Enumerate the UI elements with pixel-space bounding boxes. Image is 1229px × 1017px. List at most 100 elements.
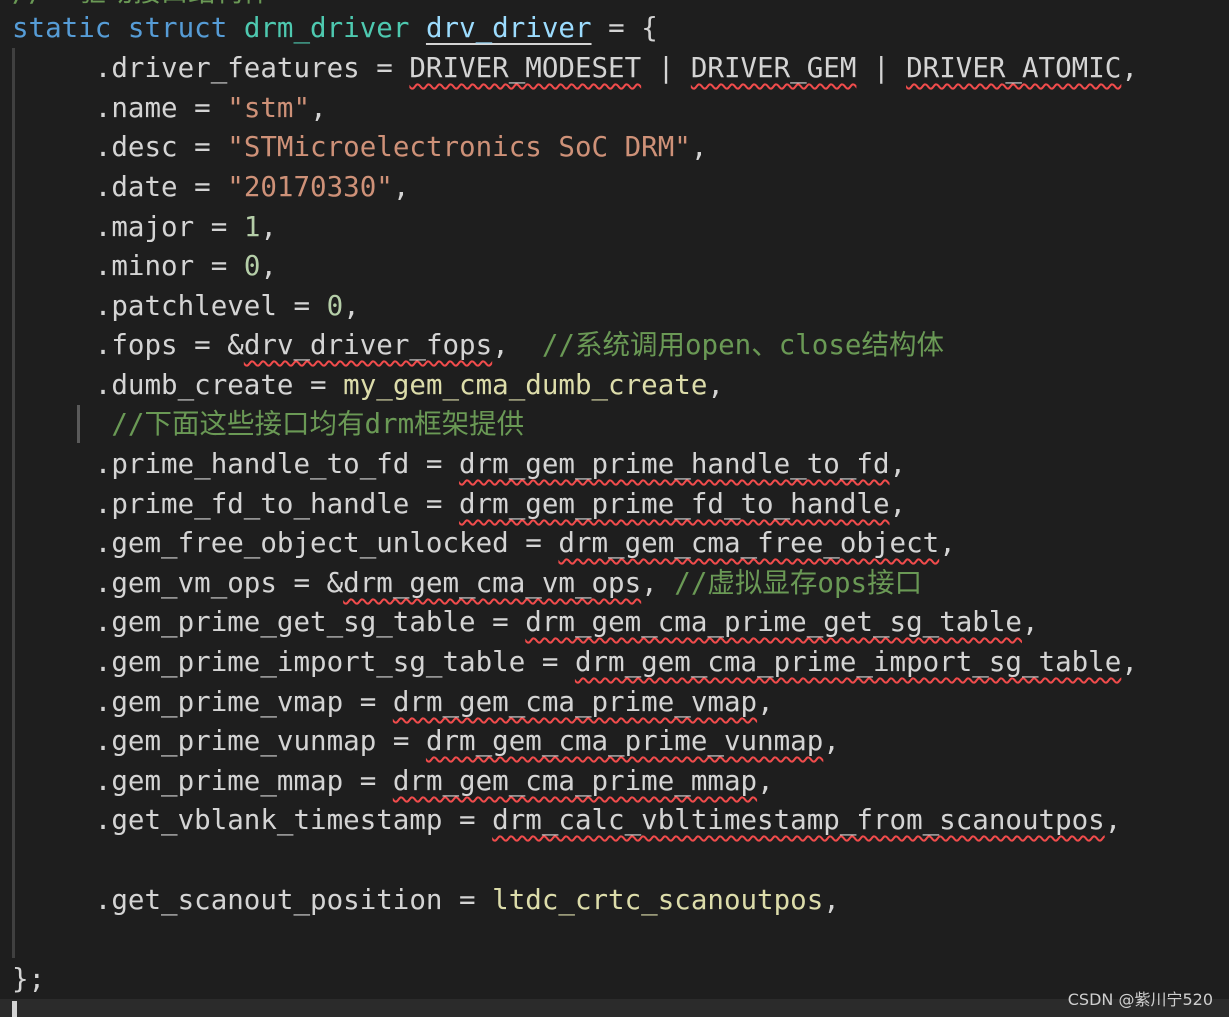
code-line-19[interactable]: .gem_prime_vunmap = drm_gem_cma_prime_vu…	[12, 721, 840, 761]
identifier: drm_gem_cma_prime_get_sg_table	[525, 606, 1022, 638]
punctuation: ,	[1021, 606, 1039, 638]
operator: =	[376, 725, 426, 757]
number-literal: 1	[243, 211, 261, 243]
punctuation: ,	[260, 250, 277, 282]
punctuation: ,	[757, 765, 774, 797]
punctuation: ,	[707, 369, 724, 401]
code-line-16[interactable]: .gem_prime_get_sg_table = drm_gem_cma_pr…	[12, 602, 1039, 642]
macro-identifier: DRIVER_GEM	[690, 52, 857, 84]
field-name: .dumb_create	[94, 369, 294, 401]
field-name: .desc	[94, 131, 178, 163]
keyword-struct: struct	[127, 12, 228, 44]
variable-name: drv_driver	[425, 12, 592, 44]
code-line-5[interactable]: .date = "20170330",	[12, 167, 410, 207]
punctuation: ,	[260, 211, 277, 243]
identifier: drm_gem_cma_prime_import_sg_table	[574, 646, 1122, 678]
horizontal-scrollbar[interactable]	[0, 999, 1229, 1017]
operator: =	[276, 567, 327, 599]
operator: =	[177, 329, 228, 361]
field-name: .gem_prime_vunmap	[94, 725, 377, 757]
code-line-23[interactable]: };	[12, 959, 45, 999]
operator: =	[194, 211, 244, 243]
type-name: drm_driver	[243, 12, 410, 44]
code-line-21[interactable]: .get_vblank_timestamp = drm_calc_vbltime…	[12, 800, 1122, 840]
ampersand: &	[227, 329, 244, 361]
operator: =	[508, 527, 559, 559]
code-line-18[interactable]: .gem_prime_vmap = drm_gem_cma_prime_vmap…	[12, 682, 774, 722]
closing-brace: };	[12, 963, 46, 995]
text-cursor	[12, 1001, 17, 1017]
field-name: .major	[94, 211, 195, 243]
code-line-4[interactable]: .desc = "STMicroelectronics SoC DRM",	[12, 127, 708, 167]
field-name: .driver_features	[94, 52, 360, 84]
operator: =	[409, 448, 460, 480]
code-line-11[interactable]: //下面这些接口均有drm框架提供	[12, 404, 524, 444]
field-name: .gem_vm_ops	[94, 567, 277, 599]
field-name: .gem_prime_mmap	[94, 765, 344, 797]
comment: //下面这些接口均有drm框架提供	[111, 408, 525, 440]
identifier: drm_gem_cma_prime_vmap	[392, 686, 758, 718]
ampersand: &	[326, 567, 344, 599]
operator: =	[359, 52, 410, 84]
operator: |	[641, 52, 691, 84]
field-name: .fops	[94, 329, 178, 361]
operator: =	[475, 606, 526, 638]
punctuation: ,	[889, 488, 907, 520]
code-line-1[interactable]: static struct drm_driver drv_driver = {	[12, 8, 658, 48]
operator: =	[343, 765, 393, 797]
code-line-6[interactable]: .major = 1,	[12, 207, 277, 247]
field-name: .gem_prime_get_sg_table	[94, 606, 476, 638]
code-line-7[interactable]: .minor = 0,	[12, 246, 277, 286]
code-line-8[interactable]: .patchlevel = 0,	[12, 286, 360, 326]
field-name: .name	[94, 92, 178, 124]
macro-identifier: DRIVER_MODESET	[409, 52, 642, 84]
field-name: .gem_prime_vmap	[94, 686, 344, 718]
punctuation: ,	[823, 884, 840, 916]
punctuation: ,	[641, 567, 675, 599]
number-literal: 0	[326, 290, 344, 322]
function-identifier: ltdc_crtc_scanoutpos	[492, 884, 824, 916]
operator: =	[293, 369, 344, 401]
field-name: .get_scanout_position	[94, 884, 443, 916]
identifier: drm_gem_cma_vm_ops	[343, 567, 642, 599]
punctuation: ,	[1121, 52, 1138, 84]
punctuation: ,	[310, 92, 327, 124]
punctuation: ,	[889, 448, 907, 480]
function-identifier: my_gem_cma_dumb_create	[343, 369, 708, 401]
punctuation: ,	[823, 725, 840, 757]
operator: =	[194, 250, 244, 282]
field-name: .date	[94, 171, 178, 203]
punctuation: ,	[1121, 646, 1138, 678]
code-line-12[interactable]: .prime_handle_to_fd = drm_gem_prime_hand…	[12, 444, 906, 484]
code-line-3[interactable]: .name = "stm",	[12, 88, 327, 128]
code-line-2[interactable]: .driver_features = DRIVER_MODESET | DRIV…	[12, 48, 1138, 88]
code-line-15[interactable]: .gem_vm_ops = &drm_gem_cma_vm_ops, //虚拟显…	[12, 563, 922, 603]
identifier: drm_gem_prime_fd_to_handle	[459, 488, 890, 520]
code-editor[interactable]: // 驱动接口结构体 static struct drm_driver drv_…	[0, 0, 1229, 1017]
code-line-20[interactable]: .gem_prime_mmap = drm_gem_cma_prime_mmap…	[12, 761, 774, 801]
field-name: .get_vblank_timestamp	[94, 804, 443, 836]
field-name: .minor	[94, 250, 195, 282]
identifier: drv_driver_fops	[243, 329, 493, 361]
operator: =	[177, 92, 228, 124]
punctuation: ,	[1104, 804, 1122, 836]
punctuation: ,	[939, 527, 956, 559]
code-line-13[interactable]: .prime_fd_to_handle = drm_gem_prime_fd_t…	[12, 484, 906, 524]
string-literal: "20170330"	[227, 171, 393, 203]
field-name: .gem_prime_import_sg_table	[94, 646, 526, 678]
punctuation: ,	[492, 329, 542, 361]
code-line-22[interactable]: .get_scanout_position = ltdc_crtc_scanou…	[12, 880, 840, 920]
code-line-14[interactable]: .gem_free_object_unlocked = drm_gem_cma_…	[12, 523, 956, 563]
operator: =	[409, 488, 460, 520]
operator: =	[343, 686, 393, 718]
code-line-10[interactable]: .dumb_create = my_gem_cma_dumb_create,	[12, 365, 724, 405]
code-line-17[interactable]: .gem_prime_import_sg_table = drm_gem_cma…	[12, 642, 1138, 682]
keyword-static: static	[12, 12, 112, 44]
field-name: .patchlevel	[94, 290, 277, 322]
field-name: .prime_handle_to_fd	[94, 448, 410, 480]
operator: =	[276, 290, 327, 322]
identifier: drm_calc_vbltimestamp_from_scanoutpos	[492, 804, 1105, 836]
punctuation: ,	[690, 131, 708, 163]
punctuation: ,	[343, 290, 360, 322]
code-line-9[interactable]: .fops = &drv_driver_fops, //系统调用open、clo…	[12, 325, 944, 365]
